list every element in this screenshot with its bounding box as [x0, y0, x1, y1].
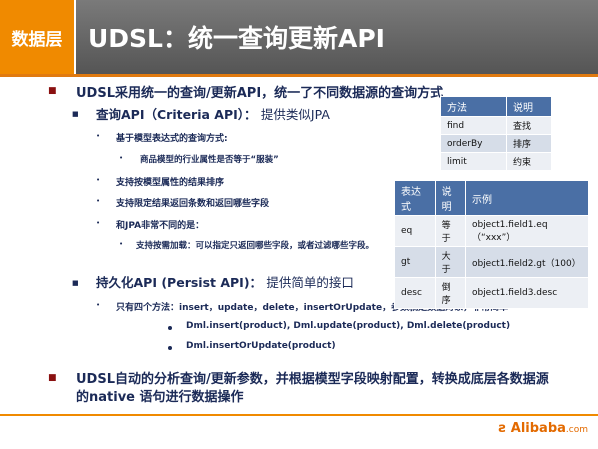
bullet-query-example: 商品模型的行业属性是否等于“服装”: [140, 155, 279, 165]
bullet-persist-api: 持久化API (Persist API)： 提供简单的接口: [96, 272, 354, 291]
bullet-dml-2: Dml.insertOrUpdate(product): [186, 341, 336, 351]
section-label: 数据层: [0, 0, 74, 74]
table-header-cell: 表达式: [394, 180, 436, 216]
slide: 数据层 UDSL：统一查询更新API ■ UDSL采用统一的查询/更新API，统…: [0, 0, 598, 449]
bullet-dot-icon: •: [96, 301, 101, 309]
bullet-limit: 支持限定结果返回条数和返回哪些字段: [116, 199, 270, 209]
persist-api-desc: 提供简单的接口: [266, 275, 354, 290]
table-cell: eq: [394, 215, 436, 247]
bullet-main-2-line-2: 的native 语句进行数据操作: [76, 390, 244, 405]
table-cell: 大于: [434, 246, 466, 278]
bullet-dot-icon: •: [119, 154, 124, 162]
table-header-row: 表达式 说明 示例: [394, 180, 590, 216]
table-header-cell: 说明: [434, 180, 466, 216]
table-row: desc 倒序 object1.field3.desc: [394, 277, 590, 309]
bullet-query-api: 查询API（Criteria API）： 提供类似JPA: [96, 104, 330, 123]
bullet-sort: 支持按模型属性的结果排序: [116, 178, 225, 188]
methods-table: 方法 说明 find 查找 orderBy 排序 limit 约束: [439, 96, 552, 171]
bullet-square-icon: ■: [72, 279, 79, 287]
bullet-square-icon: ■: [48, 86, 57, 96]
table-row: limit 约束: [439, 152, 552, 171]
bullet-dot-icon: •: [96, 132, 101, 140]
table-cell: 等于: [434, 215, 466, 247]
query-api-desc: 提供类似JPA: [260, 107, 330, 122]
table-header-cell: 方法: [439, 96, 508, 117]
persist-api-label: 持久化API (Persist API)：: [96, 275, 263, 290]
table-cell: object1.field3.desc: [464, 277, 590, 309]
bullet-dml-1: Dml.insert(product), Dml.update(product)…: [186, 321, 511, 331]
table-row: orderBy 排序: [439, 134, 552, 153]
bullet-dot-icon: •: [96, 176, 101, 184]
table-header-cell: 说明: [506, 96, 552, 117]
alibaba-logo-icon: ƨ: [498, 421, 507, 436]
bullet-square-icon: ■: [48, 373, 57, 383]
table-cell: 约束: [506, 152, 552, 171]
alibaba-logo: ƨ Alibaba.com: [498, 421, 588, 436]
table-header-row: 方法 说明: [439, 96, 552, 117]
table-cell: 倒序: [434, 277, 466, 309]
bullet-on-demand: 支持按需加载：可以指定只返回哪些字段，或者过滤哪些字段。: [136, 241, 375, 251]
table-cell: 查找: [506, 116, 552, 135]
bullet-jpa-diff: 和JPA非常不同的是：: [116, 221, 205, 231]
table-cell: object1.field2.gt（100）: [464, 246, 590, 278]
bullet-dot-icon: [168, 326, 172, 330]
bullet-main-2-line-1: UDSL自动的分析查询/更新参数，并根据模型字段映射配置，转换成底层各数据源: [76, 372, 549, 387]
bullet-dot-icon: •: [119, 240, 124, 248]
bullet-dot-icon: •: [96, 219, 101, 227]
table-cell: limit: [439, 152, 508, 171]
footer-divider: [0, 414, 598, 416]
logo-brand: Alibaba: [510, 421, 566, 436]
table-cell: gt: [394, 246, 436, 278]
query-api-label: 查询API（Criteria API）：: [96, 107, 257, 122]
table-header-cell: 示例: [464, 180, 590, 216]
bullet-square-icon: ■: [72, 110, 79, 118]
bullet-dot-icon: [168, 346, 172, 350]
table-row: gt 大于 object1.field2.gt（100）: [394, 246, 590, 278]
logo-suffix: .com: [565, 425, 588, 435]
slide-title-text: UDSL：统一查询更新API: [88, 24, 385, 53]
table-cell: object1.field1.eq（“xxx”）: [464, 215, 590, 247]
section-label-text: 数据层: [11, 29, 63, 50]
table-row: eq 等于 object1.field1.eq（“xxx”）: [394, 215, 590, 247]
table-cell: 排序: [506, 134, 552, 153]
table-cell: orderBy: [439, 134, 508, 153]
table-row: find 查找: [439, 116, 552, 135]
bullet-query-style: 基于模型表达式的查询方式:: [116, 134, 228, 144]
slide-title: UDSL：统一查询更新API: [76, 0, 598, 74]
table-cell: find: [439, 116, 508, 135]
table-cell: desc: [394, 277, 436, 309]
header-divider: [0, 74, 598, 77]
expression-table: 表达式 说明 示例 eq 等于 object1.field1.eq（“xxx”） gt 大于…: [394, 180, 590, 309]
bullet-dot-icon: •: [96, 197, 101, 205]
bullet-main-1: UDSL采用统一的查询/更新API，统一了不同数据源的查询方式: [76, 86, 444, 101]
